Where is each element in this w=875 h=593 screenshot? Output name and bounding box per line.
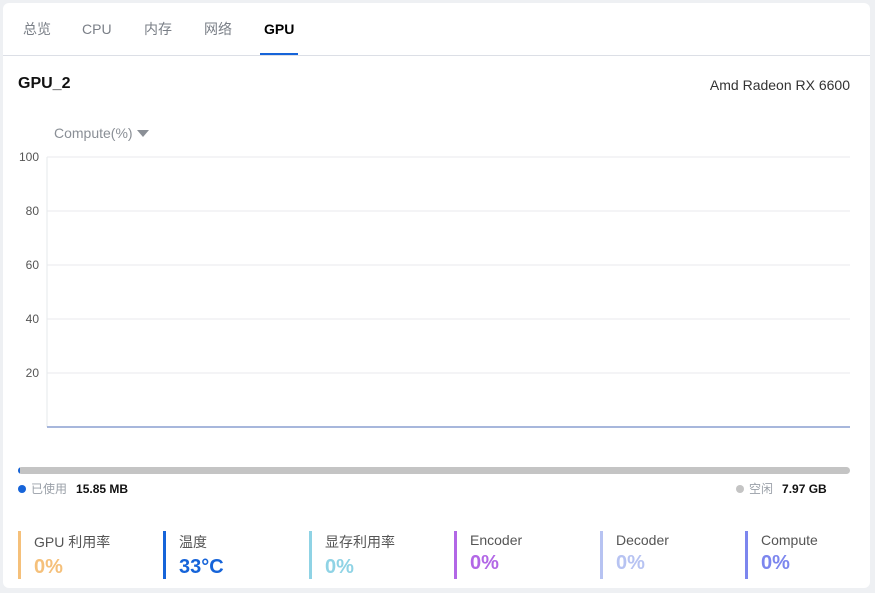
stat-compute: Compute 0% (745, 531, 818, 579)
stat-label: Encoder (470, 532, 523, 548)
gpu-name: GPU_2 (18, 75, 71, 92)
caret-down-icon (136, 130, 149, 137)
stat-temperature: 温度 33°C (163, 531, 224, 579)
stat-label: GPU 利用率 (34, 534, 111, 550)
used-dot-icon (18, 484, 26, 493)
tab-cpu[interactable]: CPU (82, 3, 112, 55)
stat-decoder: Decoder 0% (600, 531, 669, 579)
stat-encoder: Encoder 0% (454, 531, 522, 579)
tab-gpu[interactable]: GPU (259, 3, 299, 55)
memory-usage-bar (18, 467, 850, 474)
memory-free-value: 7.97 GB (782, 481, 827, 496)
stat-label: Compute (761, 532, 818, 548)
memory-used-label: 已使用 (31, 482, 68, 496)
stat-vram-utilization: 显存利用率 0% (309, 531, 395, 579)
y-tick-label: 20 (26, 366, 40, 380)
stat-value: 0% (761, 552, 790, 574)
stat-label: 温度 (179, 534, 207, 550)
stat-value: 0% (470, 552, 499, 574)
stat-label: 显存利用率 (325, 534, 395, 550)
y-tick-label: 60 (26, 258, 40, 272)
metric-dropdown-value: Compute(%) (54, 125, 133, 141)
stat-gpu-utilization: GPU 利用率 0% (18, 531, 110, 579)
stat-value: 0% (34, 556, 63, 578)
memory-free-label: 空闲 (749, 482, 774, 496)
memory-used-value: 15.85 MB (76, 481, 129, 496)
stat-value: 33°C (179, 556, 224, 578)
y-tick-label: 40 (26, 312, 40, 326)
gpu-model: Amd Radeon RX 6600 (709, 77, 850, 93)
memory-used-legend: 已使用 15.85 MB (18, 480, 128, 497)
memory-usage-fill (18, 467, 20, 474)
tab-network[interactable]: 网络 (204, 3, 232, 55)
tab-memory[interactable]: 内存 (144, 3, 172, 55)
stat-label: Decoder (616, 532, 669, 548)
stat-value: 0% (616, 552, 645, 574)
metric-dropdown[interactable]: Compute(%) (54, 125, 149, 141)
memory-free-legend: 空闲 7.97 GB (736, 480, 827, 497)
tab-bar: 总览 CPU 内存 网络 GPU (3, 3, 870, 56)
compute-chart: 100 80 60 40 20 (19, 150, 850, 428)
gpu-panel: 总览 CPU 内存 网络 GPU GPU_2 Amd Radeon RX 660… (3, 3, 870, 588)
y-tick-label: 100 (19, 150, 39, 164)
y-tick-label: 80 (26, 204, 40, 218)
stat-value: 0% (325, 556, 354, 578)
tab-overview[interactable]: 总览 (23, 3, 51, 55)
free-dot-icon (736, 484, 744, 493)
